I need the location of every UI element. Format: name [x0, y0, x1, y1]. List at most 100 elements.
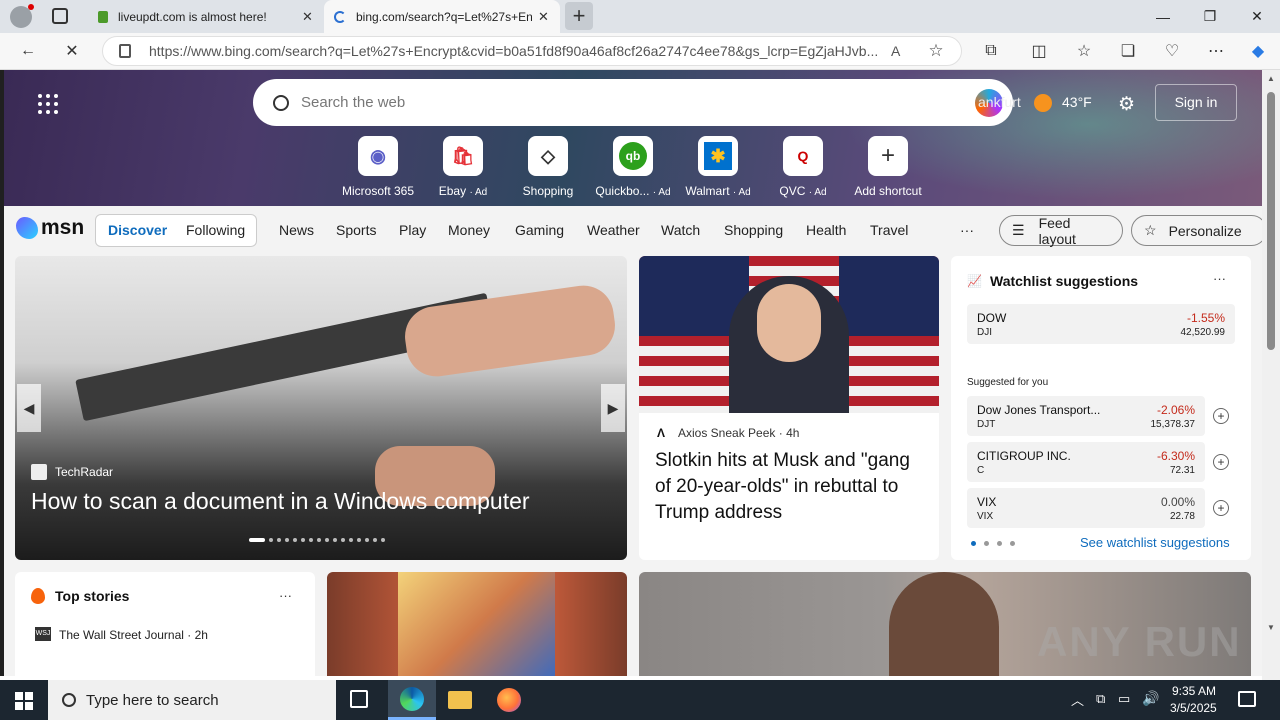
scrollbar-thumb[interactable] — [1267, 92, 1275, 350]
taskbar-search-box[interactable]: Type here to search — [48, 680, 336, 720]
favorites-icon[interactable]: ☆ — [1069, 37, 1099, 65]
add-to-watchlist-icon[interactable]: + — [1213, 408, 1229, 424]
favorite-star-icon[interactable]: ☆ — [928, 41, 943, 61]
nav-gaming[interactable]: Gaming — [515, 222, 564, 238]
tab-bing-search[interactable]: bing.com/search?q=Let%27s+Encry ✕ — [324, 0, 560, 33]
top-stories-menu[interactable]: ··· — [279, 588, 292, 603]
maximize-button[interactable]: ❐ — [1187, 0, 1233, 33]
clock-date[interactable]: 3/5/2025 — [1170, 701, 1217, 715]
shortcut-qvc[interactable]: Q QVC · Ad — [761, 136, 845, 198]
close-window-button[interactable]: ✕ — [1234, 0, 1280, 33]
personalize-star-icon: ☆ — [1144, 222, 1157, 238]
nav-health[interactable]: Health — [806, 222, 846, 238]
watchlist-item-citigroup[interactable]: CITIGROUP INC. C -6.30% 72.31 + — [967, 442, 1229, 482]
scrollbar-down-arrow[interactable]: ▼ — [1267, 623, 1275, 632]
page-settings-icon[interactable]: ⚙ — [1118, 93, 1135, 116]
windows-start-icon[interactable] — [15, 692, 33, 710]
notification-dot — [28, 4, 34, 10]
nav-shopping[interactable]: Shopping — [724, 222, 783, 238]
axios-logo-icon: Λ — [657, 426, 666, 440]
edge-taskbar-button[interactable] — [388, 680, 436, 720]
news-source[interactable]: Axios Sneak Peek · 4h — [678, 426, 799, 440]
personalize-button[interactable]: ☆ Personalize — [1131, 215, 1262, 246]
carousel-next-button[interactable]: ▶ — [601, 384, 625, 432]
settings-more-icon[interactable]: ⋯ — [1201, 37, 1231, 65]
news-card-slotkin[interactable]: Λ Axios Sneak Peek · 4h Slotkin hits at … — [639, 256, 939, 560]
temperature[interactable]: 43°F — [1062, 94, 1092, 110]
nav-play[interactable]: Play — [399, 222, 426, 238]
add-to-watchlist-icon[interactable]: + — [1213, 500, 1229, 516]
clock-time[interactable]: 9:35 AM — [1172, 684, 1216, 698]
tab-close-icon[interactable]: ✕ — [538, 9, 549, 25]
search-icon — [62, 693, 76, 707]
read-aloud-icon[interactable]: A — [891, 43, 900, 59]
nav-money[interactable]: Money — [448, 222, 490, 238]
weather-location[interactable]: ankfurt — [978, 94, 1021, 110]
web-search-box[interactable]: Search the web — [253, 79, 1013, 126]
more-nav-button[interactable]: ··· — [960, 222, 974, 238]
shortcut-microsoft-365[interactable]: ◉ Microsoft 365 — [336, 136, 420, 198]
tab-following[interactable]: Following — [186, 222, 245, 238]
watchlist-pager[interactable] — [971, 541, 1015, 546]
performance-icon[interactable]: ♡ — [1157, 37, 1187, 65]
watchlist-item-vix[interactable]: VIX VIX 0.00% 22.78 + — [967, 488, 1229, 528]
sign-in-button[interactable]: Sign in — [1155, 84, 1237, 121]
firefox-icon[interactable] — [497, 688, 521, 712]
apps-launcher-icon[interactable] — [38, 94, 58, 114]
carousel-headline[interactable]: How to scan a document in a Windows comp… — [31, 488, 530, 515]
network-icon[interactable]: ⧉ — [1096, 691, 1105, 707]
volume-icon[interactable]: 🔊 — [1142, 690, 1159, 707]
nav-news[interactable]: News — [279, 222, 314, 238]
new-tab-button[interactable]: + — [565, 2, 593, 30]
search-icon — [273, 94, 289, 111]
news-headline[interactable]: Slotkin hits at Musk and "gang of 20-yea… — [655, 448, 925, 526]
task-view-icon[interactable] — [350, 690, 368, 708]
watchlist-item-dow[interactable]: DOW DJI -1.55% 42,520.99 — [967, 304, 1235, 344]
nav-sports[interactable]: Sports — [336, 222, 376, 238]
add-shortcut-button[interactable]: + Add shortcut — [846, 136, 930, 198]
lock-icon — [98, 10, 108, 23]
watchlist-item-djt[interactable]: Dow Jones Transport... DJT -2.06% 15,378… — [967, 396, 1229, 436]
shortcut-walmart[interactable]: ✱ Walmart · Ad — [676, 136, 760, 198]
msn-logo[interactable]: msn — [16, 216, 84, 240]
nav-travel[interactable]: Travel — [870, 222, 908, 238]
page-scrollbar[interactable]: ▲ ▼ — [1262, 70, 1280, 680]
nav-watch[interactable]: Watch — [661, 222, 700, 238]
see-watchlist-link[interactable]: See watchlist suggestions — [1080, 535, 1230, 550]
split-screen-icon[interactable]: ◫ — [1024, 37, 1054, 65]
watchlist-card: 📈 Watchlist suggestions ··· DOW DJI -1.5… — [951, 256, 1251, 560]
shortcut-ebay[interactable]: 🛍 Ebay · Ad — [421, 136, 505, 198]
tab-discover[interactable]: Discover — [108, 222, 167, 238]
file-explorer-icon[interactable] — [448, 691, 472, 709]
tab-close-icon[interactable]: ✕ — [302, 9, 313, 25]
add-to-watchlist-icon[interactable]: + — [1213, 454, 1229, 470]
watchlist-menu-button[interactable]: ··· — [1213, 271, 1226, 286]
shortcut-quickbooks[interactable]: qb Quickbo... · Ad — [591, 136, 675, 198]
nav-weather[interactable]: Weather — [587, 222, 640, 238]
shortcut-shopping[interactable]: ◇ Shopping — [506, 136, 590, 198]
carousel-prev-button[interactable]: ◀ — [17, 384, 41, 432]
tab-liveupdt[interactable]: liveupdt.com is almost here! ✕ — [88, 0, 322, 33]
tab-actions-icon[interactable] — [52, 8, 68, 24]
back-button[interactable]: ← — [13, 37, 43, 65]
carousel-source[interactable]: TechRadar — [55, 465, 113, 479]
notifications-icon[interactable] — [1238, 691, 1256, 707]
gta-news-card[interactable] — [327, 572, 627, 676]
stop-loading-button[interactable]: ✕ — [57, 37, 87, 65]
extensions-icon[interactable]: ⧉ — [976, 37, 1006, 65]
carousel-indicator[interactable] — [249, 538, 385, 542]
url-text[interactable]: https://www.bing.com/search?q=Let%27s+En… — [149, 43, 879, 59]
address-bar[interactable]: https://www.bing.com/search?q=Let%27s+En… — [102, 36, 962, 66]
network-status-icon[interactable]: ▭ — [1118, 691, 1130, 707]
site-info-icon[interactable] — [119, 44, 131, 58]
scrollbar-up-arrow[interactable]: ▲ — [1267, 74, 1275, 83]
show-hidden-icons[interactable]: ︿ — [1071, 690, 1084, 709]
hero-carousel[interactable]: ◀ ▶ TechRadar How to scan a document in … — [15, 256, 627, 560]
collections-icon[interactable]: ❏ — [1113, 37, 1143, 65]
copilot-icon[interactable]: ◆ — [1243, 37, 1273, 65]
tab-title: bing.com/search?q=Let%27s+Encry — [356, 9, 532, 24]
browser-nav-bar: ← ✕ https://www.bing.com/search?q=Let%27… — [0, 33, 1280, 70]
minimize-button[interactable]: — — [1140, 0, 1186, 33]
feed-layout-button[interactable]: ☰ Feed layout — [999, 215, 1123, 247]
story-source[interactable]: The Wall Street Journal · 2h — [59, 628, 208, 642]
